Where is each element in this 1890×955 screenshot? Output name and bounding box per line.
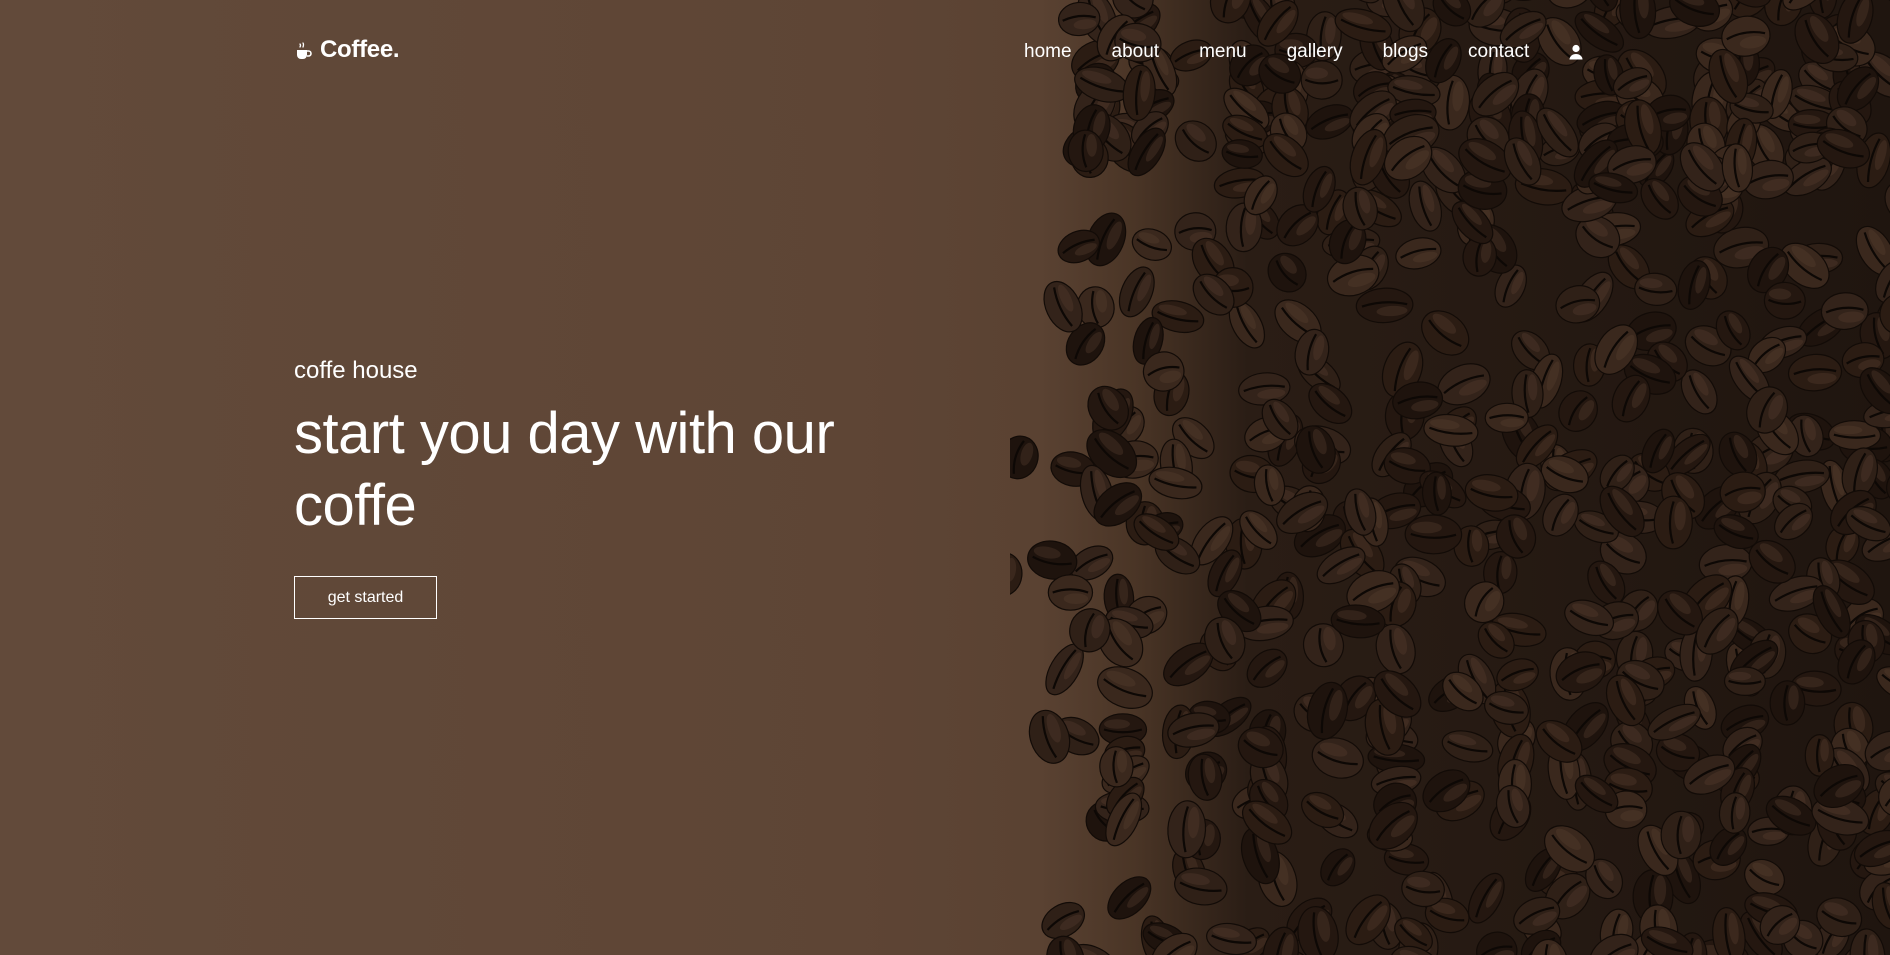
hero-content: coffe house start you day with our coffe… [294, 355, 934, 619]
nav-gallery[interactable]: gallery [1287, 40, 1343, 64]
brand-name: Coffee. [320, 36, 400, 63]
user-icon[interactable] [1567, 43, 1585, 61]
hero-headline: start you day with our coffe [294, 401, 835, 538]
navbar: Coffee. home about menu gallery blogs co… [0, 0, 1890, 104]
hero-section [0, 0, 1890, 955]
nav-menu[interactable]: menu [1199, 40, 1247, 64]
nav-contact[interactable]: contact [1468, 40, 1529, 64]
coffee-beans-image [1010, 0, 1890, 955]
hero-eyebrow: coffe house [294, 357, 418, 384]
nav-home[interactable]: home [1024, 40, 1072, 64]
nav-blogs[interactable]: blogs [1383, 40, 1428, 64]
mug-hot-icon [294, 40, 314, 60]
main-nav: home about menu gallery blogs contact [1024, 40, 1585, 64]
get-started-button[interactable]: get started [294, 576, 437, 619]
brand-logo[interactable]: Coffee. [294, 36, 400, 64]
nav-about[interactable]: about [1112, 40, 1160, 64]
